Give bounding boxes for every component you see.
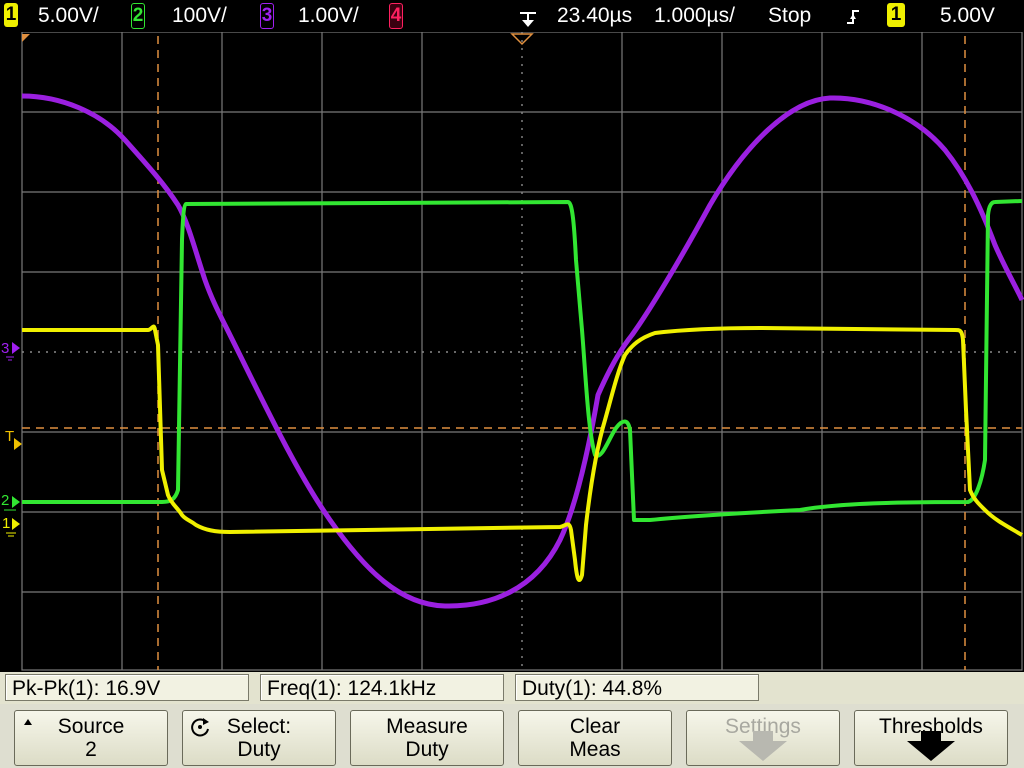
measurement-duty: Duty(1): 44.8% [515, 674, 759, 701]
channel-1-scale: 5.00V/ [38, 4, 99, 27]
trigger-level: 5.00V [940, 4, 995, 27]
select-softkey[interactable]: Select: Duty [182, 710, 336, 766]
softkey-bar: Source 2 Select: Duty Measure Duty Clear… [0, 704, 1024, 768]
svg-text:1: 1 [2, 515, 10, 532]
thresholds-softkey[interactable]: Thresholds [854, 710, 1008, 766]
channel-3-marker: 3 [1, 340, 20, 361]
measurement-freq: Freq(1): 124.1kHz [260, 674, 504, 701]
clear-meas-softkey[interactable]: Clear Meas [518, 710, 672, 766]
channel-2-badge[interactable]: 2 [131, 3, 145, 29]
status-bar: 1 5.00V/ 2 100V/ 3 1.00V/ 4 23.40µs 1.00… [0, 0, 1024, 32]
channel-4-badge[interactable]: 4 [389, 3, 403, 29]
channel-1-marker: 1 [2, 515, 20, 537]
channel-1-badge[interactable]: 1 [4, 3, 18, 27]
channel-2-marker: 2 [1, 492, 20, 511]
submenu-arrow-icon [739, 731, 787, 761]
select-triangle-icon [24, 719, 32, 725]
channel-2-scale: 100V/ [172, 4, 227, 27]
trigger-edge-icon [847, 10, 859, 24]
time-delay: 23.40µs [557, 4, 633, 27]
svg-text:3: 3 [1, 340, 9, 357]
waveform-display: 3 T 2 1 [1, 31, 1024, 672]
entry-knob-icon [191, 718, 209, 737]
settings-softkey[interactable]: Settings [686, 710, 840, 766]
measurement-bar: Pk-Pk(1): 16.9V Freq(1): 124.1kHz Duty(1… [0, 672, 1024, 704]
submenu-arrow-icon [907, 731, 955, 761]
measure-softkey[interactable]: Measure Duty [350, 710, 504, 766]
time-scale: 1.000µs/ [654, 4, 735, 27]
svg-text:2: 2 [1, 492, 9, 509]
run-state: Stop [768, 4, 812, 27]
channel-3-badge[interactable]: 3 [260, 3, 274, 29]
source-softkey[interactable]: Source 2 [14, 710, 168, 766]
delay-icon [520, 12, 536, 27]
svg-text:T: T [5, 428, 14, 445]
measurement-pk-pk: Pk-Pk(1): 16.9V [5, 674, 249, 701]
trigger-source-badge[interactable]: 1 [887, 3, 905, 27]
trigger-level-marker: T [5, 428, 22, 450]
channel-3-scale: 1.00V/ [298, 4, 359, 27]
